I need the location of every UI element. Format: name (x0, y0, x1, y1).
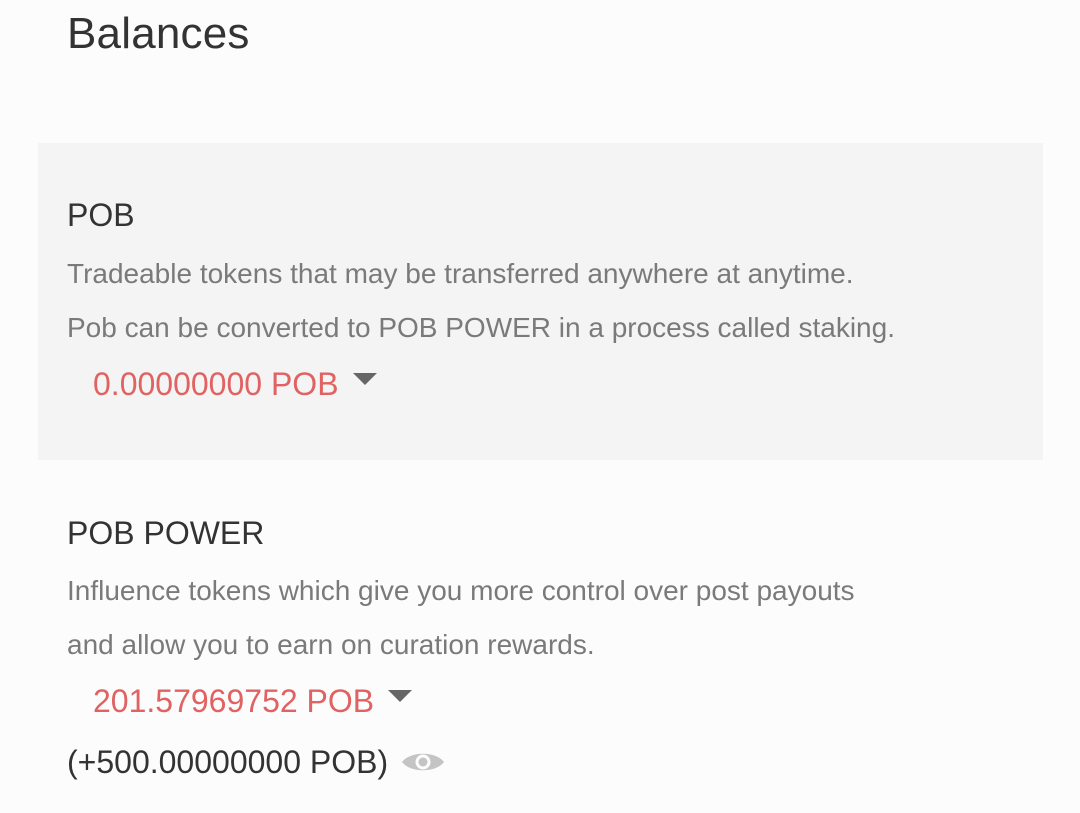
caret-down-icon[interactable] (352, 373, 377, 385)
pob-power-title: POB POWER (67, 515, 265, 551)
caret-down-icon[interactable] (388, 690, 413, 702)
pob-balance-section: POB Tradeable tokens that may be transfe… (38, 143, 1043, 460)
delegated-amount: (+500.00000000 POB) (67, 744, 389, 780)
pob-power-description-line-1: Influence tokens which give you more con… (67, 575, 855, 606)
eye-icon[interactable] (400, 749, 446, 780)
eye-icon-graphic (402, 753, 445, 770)
pob-description-line-1: Tradeable tokens that may be transferred… (67, 258, 854, 289)
delegated-power-row: (+500.00000000 POB) (67, 742, 446, 782)
pob-amount[interactable]: 0.00000000 POB (93, 364, 339, 404)
pob-power-amount-dropdown[interactable]: 201.57969752 POB (93, 681, 413, 721)
pob-power-balance-section: POB POWER Influence tokens which give yo… (38, 460, 1043, 813)
balances-page: Balances POB Tradeable tokens that may b… (0, 0, 1080, 813)
pob-power-amount[interactable]: 201.57969752 POB (93, 681, 374, 721)
page-title: Balances (67, 9, 250, 58)
pob-power-description-line-2: and allow you to earn on curation reward… (67, 629, 595, 660)
pob-title: POB (67, 197, 135, 233)
pob-amount-dropdown[interactable]: 0.00000000 POB (93, 364, 377, 404)
pob-description-line-2: Pob can be converted to POB POWER in a p… (67, 312, 895, 343)
